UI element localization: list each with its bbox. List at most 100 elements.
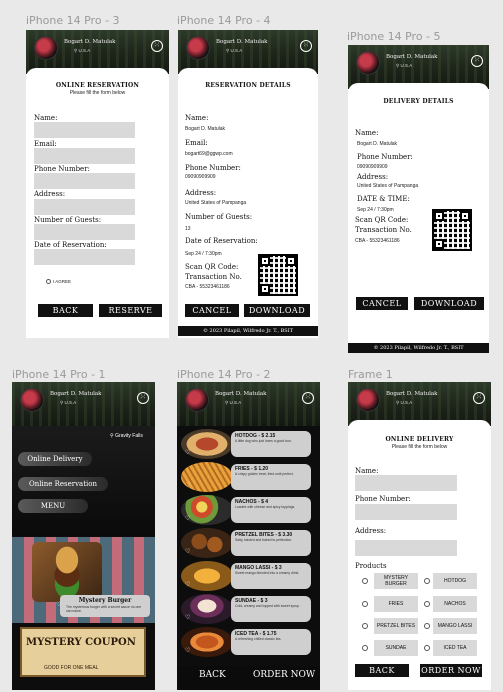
order-now-button[interactable]: ORDER NOW [420,664,482,677]
cancel-button[interactable]: CANCEL [185,304,239,317]
menu-button[interactable]: MENU [18,499,88,513]
txn-label: Transaction No. [185,273,242,281]
menu-item-sundae[interactable]: SUNDAE - $ 3 Cold, creamy and topped wit… [181,594,312,624]
user-name: Bogart D. Matulak [215,391,267,397]
user-location: ⚲ U.S.A [226,48,243,53]
email-label: Email: [185,139,208,147]
menu-item-iced-tea[interactable]: ICED TEA - $ 1.75 A refreshing chilled c… [181,627,312,657]
date-label: Date of Reservation: [185,237,258,245]
address-label: Address: [34,190,66,198]
avatar[interactable] [20,388,44,412]
mystery-coupon[interactable]: MYSTERY COUPON GOOD FOR ONE MEAL [20,627,146,677]
grid-menu-icon[interactable]: ⁙ [300,40,312,52]
product-radio[interactable] [362,645,368,651]
product-radio[interactable] [362,601,368,607]
grid-menu-icon[interactable]: ⁙ [137,392,149,404]
product-radio[interactable] [424,601,430,607]
online-delivery-button[interactable]: Online Delivery [18,452,92,466]
phone-label: Phone Number: [355,495,411,503]
home-location: ⚲ Gravity Falls [110,433,143,439]
product-radio[interactable] [424,645,430,651]
product-option[interactable]: MANGO LASSI [433,618,477,634]
frame-label-1: iPhone 14 Pro - 1 [12,368,106,381]
heart-icon[interactable]: ♡ [185,614,190,621]
frame-label-5: iPhone 14 Pro - 5 [347,30,441,43]
address-label: Address: [357,173,389,181]
back-button[interactable]: BACK [355,664,409,677]
heart-icon[interactable]: ♡ [185,548,190,555]
phone-input[interactable] [355,504,457,520]
menu-item-fries[interactable]: FRIES - $ 1.20 A crispy golden treat, fr… [181,462,312,492]
heart-icon[interactable]: ♡ [185,581,190,588]
address-input[interactable] [355,540,457,556]
back-button[interactable]: BACK [199,670,226,680]
name-input[interactable] [34,122,135,138]
download-button[interactable]: DOWNLOAD [414,297,484,310]
product-option[interactable]: ICED TEA [433,640,477,656]
avatar[interactable] [34,36,58,60]
heart-icon[interactable]: ♡ [56,601,61,608]
phone-reservation-form: Bogart D. Matulak ⚲ U.S.A ⁙ ONLINE RESER… [26,30,169,338]
name-input[interactable] [355,475,457,491]
phone-value: 09090909909 [357,164,388,170]
online-reservation-button[interactable]: Online Reservation [18,477,108,491]
product-option[interactable]: SUNDAE [374,640,418,656]
download-button[interactable]: DOWNLOAD [244,304,310,317]
avatar[interactable] [186,36,210,60]
address-label: Address: [185,189,217,197]
grid-menu-icon[interactable]: ⁙ [151,40,163,52]
txn-value: CBA - 55323461186 [185,284,230,290]
heart-icon[interactable]: ♡ [185,482,190,489]
product-radio[interactable] [424,623,430,629]
page-subtitle: Please fill the form below [391,444,448,450]
product-radio[interactable] [362,623,368,629]
name-label: Name: [355,129,379,137]
heart-icon[interactable]: ♡ [185,515,190,522]
user-name: Bogart D. Matulak [386,54,438,60]
details-sheet: DELIVERY DETAILS Name: Bogart D. Matulak… [348,83,489,353]
product-option[interactable]: HOTDOG [433,573,477,589]
menu-item-mango-lassi[interactable]: MANGO LASSI - $ 3 Sweet mango blended in… [181,561,312,591]
grid-menu-icon[interactable]: ⁙ [471,55,483,67]
guests-label: Number of Guests: [185,213,253,221]
menu-item-pretzel[interactable]: PRETZEL BITES - $ 3.30 Salty, twisted an… [181,528,312,558]
avatar[interactable] [356,388,380,412]
product-radio[interactable] [424,578,430,584]
reserve-button[interactable]: RESERVE [99,304,162,317]
scan-label: Scan QR Code: [185,263,239,271]
phone-value: 09090909909 [185,174,216,180]
agree-checkbox[interactable] [46,279,51,284]
menu-item-hotdog[interactable]: HOTDOG - $ 2.15 A little dog who just lo… [181,429,312,459]
date-input[interactable] [34,249,135,265]
phone-input[interactable] [34,173,135,189]
product-option[interactable]: NACHOS [433,596,477,612]
menu-item-card: NACHOS - $ 4 Loaded with cheese and spic… [231,497,311,523]
date-value: Sep 24 / 7:30pm [185,251,222,257]
product-option[interactable]: PRETZEL BITES [374,618,418,634]
product-option[interactable]: FRIES [374,596,418,612]
txn-label: Transaction No. [355,226,412,234]
datetime-value: Sep 24 / 7:30pm [357,207,394,213]
menu-item-nachos[interactable]: NACHOS - $ 4 Loaded with cheese and spic… [181,495,312,525]
heart-icon[interactable]: ♡ [185,449,190,456]
mystery-burger-title: Mystery Burger [78,597,132,604]
grid-menu-icon[interactable]: ⁙ [473,392,485,404]
frame-label-frame1: Frame 1 [348,368,393,381]
mystery-burger-card[interactable]: Mystery Burger The mysterious burger wit… [56,595,150,617]
address-input[interactable] [34,199,135,215]
avatar[interactable] [185,388,209,412]
header-banner: Bogart D. Matulak ⚲ U.S.A ⁙ [177,382,320,426]
name-value: Bogart D. Matulak [357,141,398,147]
email-input[interactable] [34,148,135,164]
heart-icon[interactable]: ♡ [185,647,190,654]
guests-input[interactable] [34,224,135,240]
phone-label: Phone Number: [357,153,413,161]
product-option[interactable]: MYSTERY BURGER [374,573,418,589]
order-now-button[interactable]: ORDER NOW [253,670,315,680]
product-radio[interactable] [362,578,368,584]
back-button[interactable]: BACK [38,304,93,317]
user-location: ⚲ U.S.A [396,63,413,68]
grid-menu-icon[interactable]: ⁙ [302,392,314,404]
cancel-button[interactable]: CANCEL [356,297,408,310]
avatar[interactable] [356,51,380,75]
